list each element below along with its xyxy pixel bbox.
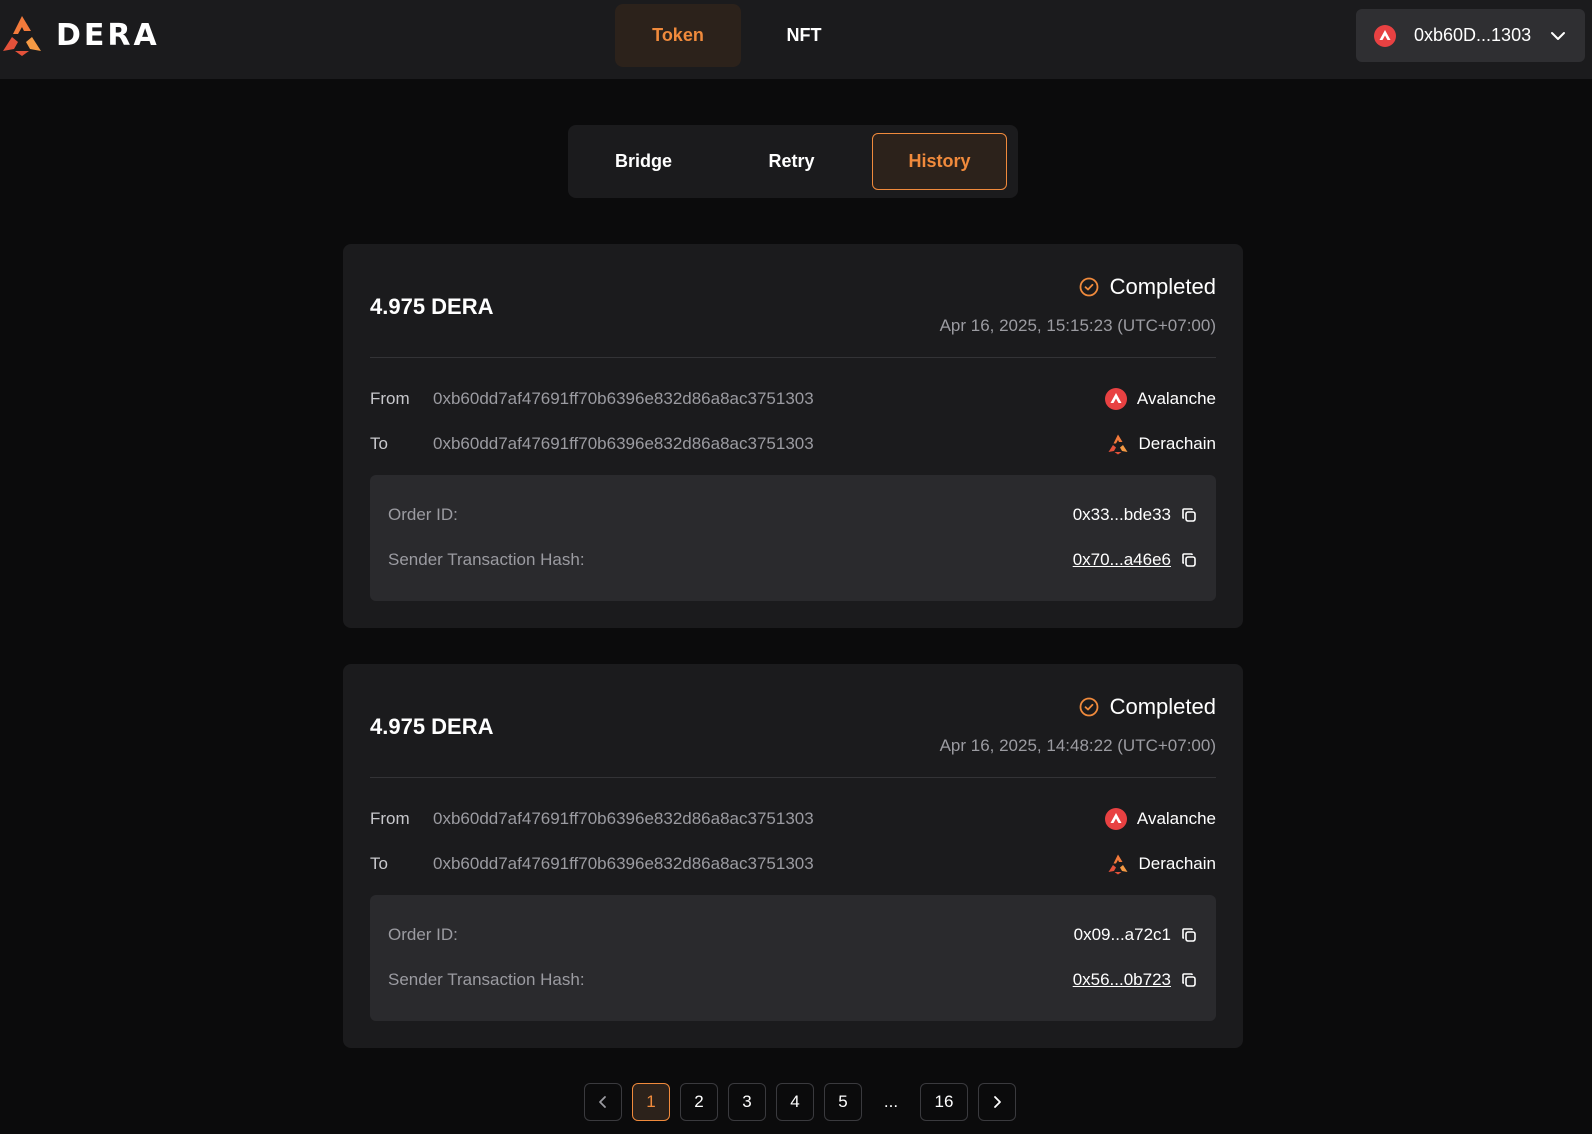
status-badge: Completed <box>1079 694 1216 720</box>
tx-hash-row: Sender Transaction Hash: 0x70...a46e6 <box>388 548 1198 572</box>
pagination-ellipsis: ... <box>883 1092 899 1111</box>
bridge-sub-tabs: Bridge Retry History <box>568 125 1018 198</box>
check-circle-icon <box>1079 277 1099 297</box>
transfer-amount: 4.975 DERA <box>370 714 494 739</box>
to-address: 0xb60dd7af47691ff70b6396e832d86a8ac37513… <box>433 854 814 873</box>
from-label: From <box>370 809 410 828</box>
status-text: Completed <box>1109 274 1216 299</box>
history-card: 4.975 DERA Completed Apr 16, 2025, 15:15… <box>343 244 1243 628</box>
dera-logo[interactable]: DERA <box>0 12 160 58</box>
to-row: To 0xb60dd7af47691ff70b6396e832d86a8ac37… <box>370 432 1216 456</box>
order-id-value: 0x09...a72c1 <box>1074 925 1198 945</box>
last-page-button[interactable]: 16 <box>920 1083 968 1121</box>
from-address: 0xb60dd7af47691ff70b6396e832d86a8ac37513… <box>433 809 814 828</box>
from-chain-name: Avalanche <box>1136 809 1216 828</box>
wallet-address: 0xb60D...1303 <box>1414 25 1532 45</box>
page-button[interactable]: 2 <box>680 1083 718 1121</box>
tab-history[interactable]: History <box>872 133 1007 190</box>
divider <box>370 777 1216 778</box>
chevron-down-icon <box>1551 31 1565 40</box>
from-row: From 0xb60dd7af47691ff70b6396e832d86a8ac… <box>370 387 1216 411</box>
page-button[interactable]: 5 <box>824 1083 862 1121</box>
tx-hash-row: Sender Transaction Hash: 0x56...0b723 <box>388 968 1198 992</box>
brand-name: DERA <box>56 17 160 53</box>
page-button[interactable]: 3 <box>728 1083 766 1121</box>
tx-hash-label: Sender Transaction Hash: <box>388 970 585 989</box>
dera-logo-icon <box>3 16 41 56</box>
tab-nft[interactable]: NFT <box>741 4 867 67</box>
tab-retry[interactable]: Retry <box>724 133 859 190</box>
from-address: 0xb60dd7af47691ff70b6396e832d86a8ac37513… <box>433 389 814 408</box>
pagination: 1 2 3 4 5 ... 16 <box>584 1083 1026 1121</box>
to-label: To <box>370 434 388 453</box>
prev-page-button[interactable] <box>584 1083 622 1121</box>
chevron-right-icon <box>994 1096 1001 1108</box>
divider <box>370 357 1216 358</box>
to-chain: Derachain <box>1107 853 1217 875</box>
order-id-value: 0x33...bde33 <box>1073 505 1198 525</box>
avalanche-icon <box>1104 808 1127 830</box>
to-label: To <box>370 854 388 873</box>
tx-hash-link[interactable]: 0x70...a46e6 <box>1073 550 1171 570</box>
page-button[interactable]: 4 <box>776 1083 814 1121</box>
derachain-icon <box>1108 854 1127 875</box>
copy-icon[interactable] <box>1180 971 1198 989</box>
transfer-amount: 4.975 DERA <box>370 294 494 319</box>
to-row: To 0xb60dd7af47691ff70b6396e832d86a8ac37… <box>370 852 1216 876</box>
next-page-button[interactable] <box>978 1083 1016 1121</box>
from-chain: Avalanche <box>1104 808 1216 830</box>
tab-bridge[interactable]: Bridge <box>576 133 711 190</box>
main-tabs: Token NFT <box>615 4 867 67</box>
order-id-label: Order ID: <box>388 925 458 944</box>
status-badge: Completed <box>1079 274 1216 300</box>
top-navbar: DERA Token NFT 0xb60D...1303 <box>0 0 1592 79</box>
check-circle-icon <box>1079 697 1099 717</box>
transfer-details: Order ID: 0x33...bde33 Sender Transactio… <box>370 475 1216 601</box>
transfer-timestamp: Apr 16, 2025, 15:15:23 (UTC+07:00) <box>939 316 1216 335</box>
tx-hash-link[interactable]: 0x56...0b723 <box>1073 970 1171 990</box>
status-text: Completed <box>1109 694 1216 719</box>
wallet-button[interactable]: 0xb60D...1303 <box>1356 9 1585 62</box>
transfer-timestamp: Apr 16, 2025, 14:48:22 (UTC+07:00) <box>939 736 1216 755</box>
chevron-left-icon <box>599 1096 606 1108</box>
to-chain-name: Derachain <box>1138 434 1217 453</box>
from-chain: Avalanche <box>1104 388 1216 410</box>
order-id-row: Order ID: 0x33...bde33 <box>388 503 1198 527</box>
order-id: 0x09...a72c1 <box>1073 925 1171 944</box>
to-chain: Derachain <box>1107 433 1217 455</box>
tx-hash-label: Sender Transaction Hash: <box>388 550 585 569</box>
copy-icon[interactable] <box>1180 551 1198 569</box>
derachain-icon <box>1108 434 1127 455</box>
from-label: From <box>370 389 410 408</box>
from-row: From 0xb60dd7af47691ff70b6396e832d86a8ac… <box>370 807 1216 831</box>
tx-hash-value: 0x56...0b723 <box>1073 970 1198 990</box>
order-id: 0x33...bde33 <box>1072 505 1171 524</box>
transfer-details: Order ID: 0x09...a72c1 Sender Transactio… <box>370 895 1216 1021</box>
order-id-label: Order ID: <box>388 505 458 524</box>
to-chain-name: Derachain <box>1138 854 1217 873</box>
copy-icon[interactable] <box>1180 926 1198 944</box>
from-chain-name: Avalanche <box>1136 389 1216 408</box>
tx-hash-value: 0x70...a46e6 <box>1073 550 1198 570</box>
copy-icon[interactable] <box>1180 506 1198 524</box>
tab-token[interactable]: Token <box>615 4 741 67</box>
order-id-row: Order ID: 0x09...a72c1 <box>388 923 1198 947</box>
avalanche-icon <box>1104 388 1127 410</box>
to-address: 0xb60dd7af47691ff70b6396e832d86a8ac37513… <box>433 434 814 453</box>
history-card: 4.975 DERA Completed Apr 16, 2025, 14:48… <box>343 664 1243 1048</box>
page-button[interactable]: 1 <box>632 1083 670 1121</box>
avalanche-icon <box>1374 24 1396 47</box>
